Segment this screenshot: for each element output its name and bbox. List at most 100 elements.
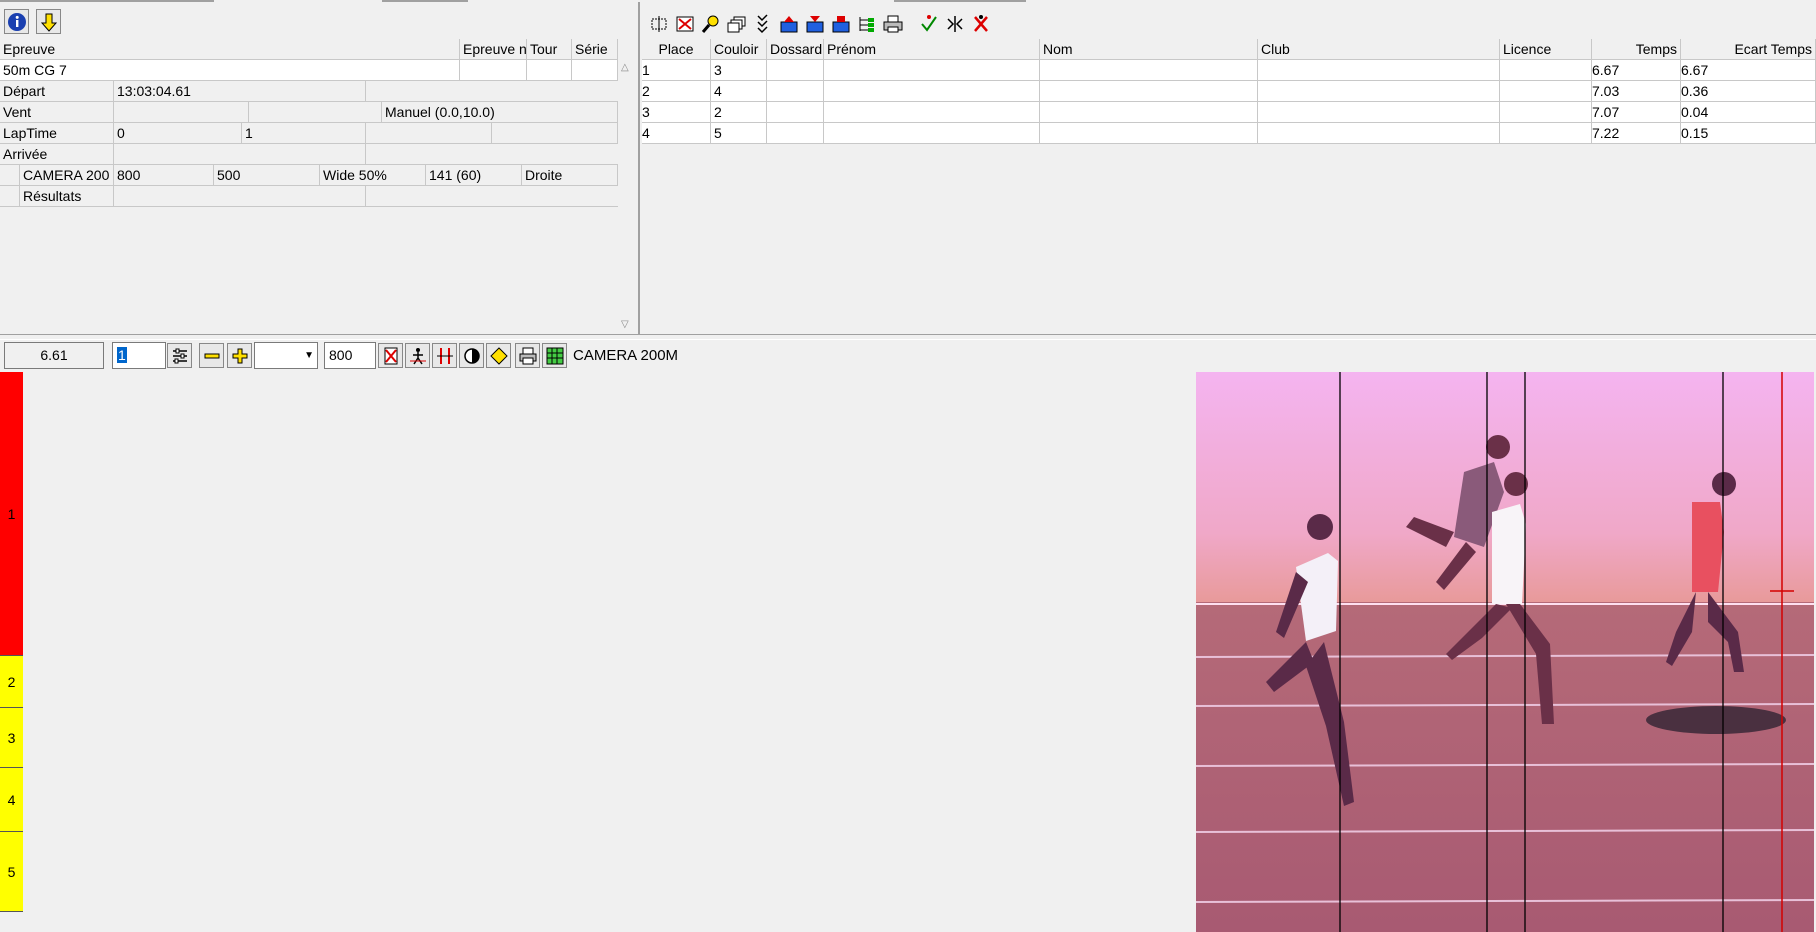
search-icon[interactable] — [698, 11, 723, 36]
lane-input-value[interactable]: 1 — [117, 347, 127, 363]
cell-couloir[interactable]: 2 — [711, 102, 767, 123]
epreuve-n-value[interactable] — [460, 60, 527, 81]
cell-licence[interactable] — [1500, 123, 1592, 144]
cell-nom[interactable] — [1040, 81, 1258, 102]
lane-6[interactable] — [0, 912, 23, 932]
cell-prenom[interactable] — [824, 102, 1040, 123]
arrivee-row[interactable]: Arrivée — [0, 144, 618, 165]
scroll-down-icon[interactable]: ▽ — [621, 319, 629, 330]
scroll-up-icon[interactable]: △ — [621, 62, 629, 73]
check-list-icon[interactable] — [750, 11, 775, 36]
down-arrow-icon[interactable] — [36, 9, 61, 34]
chevron-down-icon[interactable]: ▼ — [304, 343, 314, 368]
cell-nom[interactable] — [1040, 102, 1258, 123]
laptime-v3[interactable] — [366, 123, 492, 144]
camera-wide[interactable]: Wide 50% — [320, 165, 426, 186]
epreuve-row[interactable]: 50m CG 7 — [0, 60, 618, 81]
camera-v1[interactable]: 800 — [114, 165, 214, 186]
cell-prenom[interactable] — [824, 60, 1040, 81]
cell-prenom[interactable] — [824, 81, 1040, 102]
photo-finish-image[interactable] — [1196, 372, 1814, 932]
arrivee-value[interactable] — [114, 144, 366, 165]
cell-temps[interactable]: 6.67 — [1592, 60, 1681, 81]
cell-dossard[interactable] — [767, 81, 824, 102]
vent-cell-2[interactable] — [249, 102, 382, 123]
lane-4[interactable]: 4 — [0, 768, 23, 832]
table-row[interactable]: 1 3 6.67 6.67 — [642, 60, 1816, 81]
cell-club[interactable] — [1258, 60, 1500, 81]
export-icon[interactable] — [802, 11, 827, 36]
cell-club[interactable] — [1258, 102, 1500, 123]
cell-couloir[interactable]: 3 — [711, 60, 767, 81]
laptime-row[interactable]: LapTime 0 1 — [0, 123, 618, 144]
zoom-in-icon[interactable] — [227, 343, 252, 368]
laptime-v2[interactable]: 1 — [242, 123, 366, 144]
table-icon[interactable] — [542, 343, 567, 368]
vent-row[interactable]: Vent Manuel (0.0,10.0) — [0, 102, 618, 123]
col-temps[interactable]: Temps — [1592, 39, 1681, 60]
tree-icon[interactable] — [854, 11, 879, 36]
zoom-select[interactable]: ▼ — [254, 342, 318, 369]
cell-dossard[interactable] — [767, 123, 824, 144]
cell-nom[interactable] — [1040, 60, 1258, 81]
serie-value[interactable] — [572, 60, 618, 81]
col-couloir[interactable]: Couloir — [711, 39, 767, 60]
cell-dossard[interactable] — [767, 102, 824, 123]
contrast-icon[interactable] — [459, 343, 484, 368]
laptime-v1[interactable]: 0 — [114, 123, 242, 144]
vent-cell-1[interactable] — [114, 102, 249, 123]
camera-v2[interactable]: 500 — [214, 165, 320, 186]
col-nom[interactable]: Nom — [1040, 39, 1258, 60]
event-scrollbar[interactable]: △ ▽ — [618, 60, 634, 332]
brightness-icon[interactable] — [486, 343, 511, 368]
clear-marks-icon[interactable] — [378, 343, 403, 368]
settings-list-icon[interactable] — [167, 343, 192, 368]
lane-1[interactable]: 1 — [0, 372, 23, 656]
lane-2[interactable]: 2 — [0, 656, 23, 708]
validate-icon[interactable] — [916, 11, 941, 36]
windows-icon[interactable] — [724, 11, 749, 36]
cell-licence[interactable] — [1500, 60, 1592, 81]
col-dossard[interactable]: Dossard — [767, 39, 824, 60]
cell-temps[interactable]: 7.07 — [1592, 102, 1681, 123]
import-icon[interactable] — [776, 11, 801, 36]
athlete-icon[interactable] — [405, 343, 430, 368]
resultats-row[interactable]: Résultats — [0, 186, 618, 207]
info-icon[interactable] — [4, 9, 29, 34]
cell-couloir[interactable]: 4 — [711, 81, 767, 102]
cell-nom[interactable] — [1040, 123, 1258, 144]
col-ecart[interactable]: Ecart Temps — [1681, 39, 1816, 60]
cell-dossard[interactable] — [767, 60, 824, 81]
col-licence[interactable]: Licence — [1500, 39, 1592, 60]
col-prenom[interactable]: Prénom — [824, 39, 1040, 60]
width-input[interactable]: 800 — [324, 342, 376, 369]
select-all-icon[interactable] — [646, 11, 671, 36]
depart-value[interactable]: 13:03:04.61 — [114, 81, 366, 102]
laptime-v4[interactable] — [492, 123, 618, 144]
col-place[interactable]: Place — [642, 39, 711, 60]
zoom-out-icon[interactable] — [199, 343, 224, 368]
camera-row[interactable]: CAMERA 200 800 500 Wide 50% 141 (60) Dro… — [0, 165, 618, 186]
print-photo-icon[interactable] — [515, 343, 540, 368]
cell-licence[interactable] — [1500, 81, 1592, 102]
epreuve-value[interactable]: 50m CG 7 — [0, 60, 460, 81]
cell-licence[interactable] — [1500, 102, 1592, 123]
col-club[interactable]: Club — [1258, 39, 1500, 60]
cell-couloir[interactable]: 5 — [711, 123, 767, 144]
cell-temps[interactable]: 7.03 — [1592, 81, 1681, 102]
depart-row[interactable]: Départ 13:03:04.61 — [0, 81, 618, 102]
camera-name[interactable]: CAMERA 200 — [20, 165, 114, 186]
lane-5[interactable]: 5 — [0, 832, 23, 912]
transfer-icon[interactable] — [828, 11, 853, 36]
print-icon[interactable] — [880, 11, 905, 36]
cell-club[interactable] — [1258, 123, 1500, 144]
table-row[interactable]: 4 5 7.22 0.15 — [642, 123, 1816, 144]
cell-temps[interactable]: 7.22 — [1592, 123, 1681, 144]
cancel-icon[interactable] — [968, 11, 993, 36]
resultats-value[interactable] — [114, 186, 366, 207]
camera-side[interactable]: Droite — [522, 165, 618, 186]
camera-v3[interactable]: 141 (60) — [426, 165, 522, 186]
lane-3[interactable]: 3 — [0, 708, 23, 768]
split-icon[interactable] — [942, 11, 967, 36]
table-row[interactable]: 3 2 7.07 0.04 — [642, 102, 1816, 123]
